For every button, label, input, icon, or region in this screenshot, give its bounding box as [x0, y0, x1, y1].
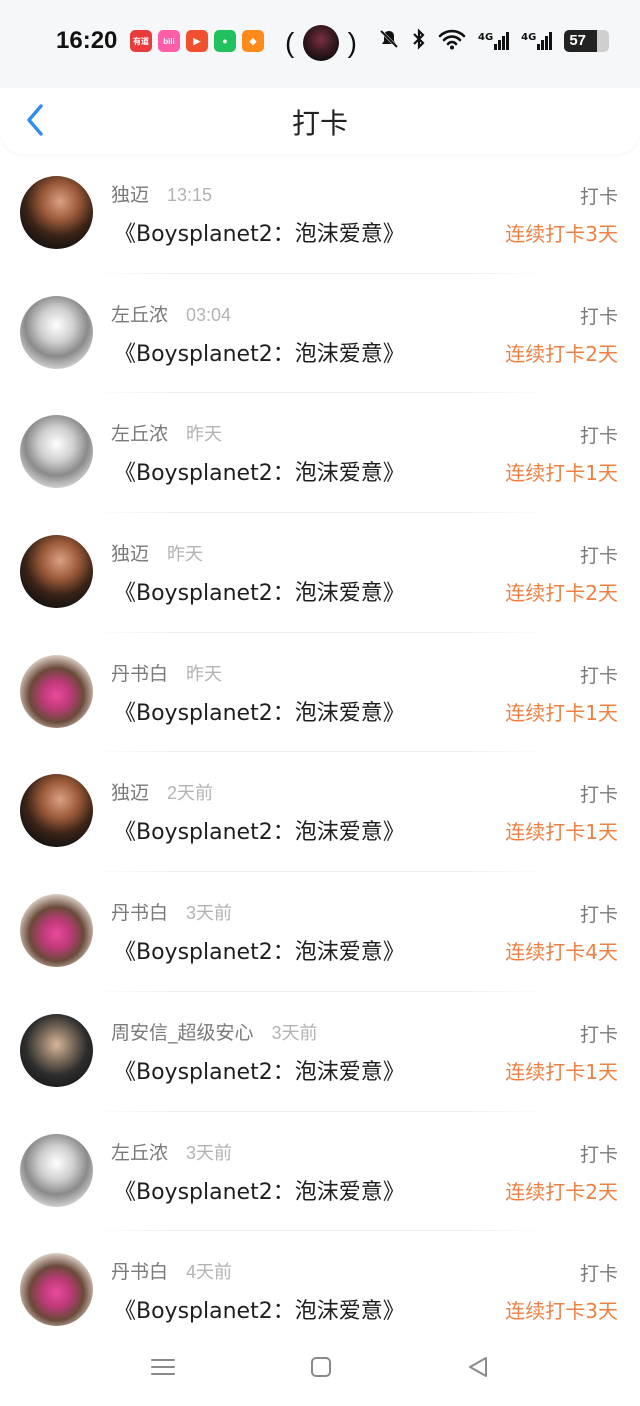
user-name[interactable]: 丹书白 — [111, 898, 168, 925]
user-name[interactable]: 丹书白 — [111, 659, 168, 686]
avatar[interactable] — [20, 295, 93, 369]
status-time: 16:20 — [56, 27, 118, 54]
streak-label: 连续打卡3天 — [505, 1299, 618, 1324]
avatar[interactable] — [20, 1013, 93, 1087]
page-title: 打卡 — [291, 107, 348, 140]
checkin-tag: 打卡 — [579, 664, 618, 687]
user-name[interactable]: 独迈 — [111, 539, 149, 566]
list-item[interactable]: 独迈 2天前 《Boysplanet2：泡沫爱意》 打卡 连续打卡1天 — [0, 752, 640, 872]
checkin-list: 独迈 13:15 《Boysplanet2：泡沫爱意》 打卡 连续打卡3天 左丘… — [0, 154, 640, 1351]
avatar[interactable] — [20, 535, 93, 609]
checkin-tag: 打卡 — [579, 425, 618, 448]
header-bar: 打卡 — [0, 88, 640, 154]
book-title[interactable]: 《Boysplanet2：泡沫爱意》 — [114, 1174, 405, 1206]
home-icon[interactable] — [306, 1352, 336, 1382]
wifi-icon — [438, 28, 466, 53]
avatar[interactable] — [20, 415, 93, 489]
user-name[interactable]: 左丘浓 — [111, 300, 168, 327]
streak-label: 连续打卡1天 — [505, 700, 618, 725]
checkin-time: 03:04 — [186, 304, 232, 325]
avatar[interactable] — [20, 1253, 93, 1327]
streak-label: 连续打卡2天 — [505, 581, 618, 606]
cell-signal-icon: 4G — [521, 31, 553, 50]
live-activity-avatar[interactable]: () — [285, 23, 357, 63]
system-status-icons: 4G 4G 57 — [378, 28, 610, 53]
checkin-time: 2天前 — [167, 783, 214, 804]
checkin-time: 13:15 — [167, 185, 213, 205]
notification-app-icons: 有道 bili ▶ ● ◆ — [130, 30, 264, 52]
user-name[interactable]: 左丘浓 — [111, 1138, 168, 1165]
list-item[interactable]: 左丘浓 3天前 《Boysplanet2：泡沫爱意》 打卡 连续打卡2天 — [0, 1112, 640, 1232]
avatar[interactable] — [20, 894, 93, 968]
list-item[interactable]: 丹书白 昨天 《Boysplanet2：泡沫爱意》 打卡 连续打卡1天 — [0, 633, 640, 753]
checkin-time: 昨天 — [167, 544, 204, 565]
checkin-time: 3天前 — [271, 1022, 318, 1043]
checkin-tag: 打卡 — [579, 305, 618, 328]
avatar[interactable] — [20, 654, 93, 728]
book-title[interactable]: 《Boysplanet2：泡沫爱意》 — [114, 1293, 405, 1325]
avatar[interactable] — [20, 1133, 93, 1207]
user-name[interactable]: 独迈 — [111, 180, 149, 207]
youdao-icon: 有道 — [130, 30, 152, 52]
list-item[interactable]: 独迈 昨天 《Boysplanet2：泡沫爱意》 打卡 连续打卡2天 — [0, 513, 640, 633]
book-title[interactable]: 《Boysplanet2：泡沫爱意》 — [114, 216, 405, 248]
video-icon: ▶ — [186, 30, 208, 52]
list-item[interactable]: 周安信_超级安心 3天前 《Boysplanet2：泡沫爱意》 打卡 连续打卡1… — [0, 992, 640, 1112]
checkin-time: 昨天 — [186, 424, 223, 445]
avatar[interactable] — [20, 774, 93, 848]
streak-label: 连续打卡2天 — [505, 1179, 618, 1204]
checkin-time: 3天前 — [186, 1142, 233, 1163]
checkin-time: 3天前 — [186, 903, 233, 924]
list-item[interactable]: 左丘浓 昨天 《Boysplanet2：泡沫爱意》 打卡 连续打卡1天 — [0, 393, 640, 513]
avatar[interactable] — [20, 176, 93, 249]
wechat-icon: ● — [214, 30, 236, 52]
list-item[interactable]: 左丘浓 03:04 《Boysplanet2：泡沫爱意》 打卡 连续打卡2天 — [0, 274, 640, 394]
avatar — [303, 25, 339, 61]
checkin-tag: 打卡 — [579, 784, 618, 807]
menu-icon[interactable] — [148, 1352, 178, 1382]
book-title[interactable]: 《Boysplanet2：泡沫爱意》 — [114, 934, 405, 966]
user-name[interactable]: 丹书白 — [111, 1257, 168, 1284]
checkin-tag: 打卡 — [579, 904, 618, 927]
mute-bell-icon — [378, 28, 400, 53]
user-name[interactable]: 周安信_超级安心 — [111, 1018, 254, 1045]
book-title[interactable]: 《Boysplanet2：泡沫爱意》 — [114, 1054, 405, 1086]
bilibili-icon: bili — [158, 30, 180, 52]
checkin-tag: 打卡 — [579, 545, 618, 568]
back-triangle-icon[interactable] — [464, 1352, 494, 1382]
book-title[interactable]: 《Boysplanet2：泡沫爱意》 — [114, 336, 405, 368]
streak-label: 连续打卡1天 — [505, 820, 618, 845]
user-name[interactable]: 独迈 — [111, 778, 149, 805]
battery-icon: 57 — [564, 29, 610, 52]
book-title[interactable]: 《Boysplanet2：泡沫爱意》 — [114, 455, 405, 487]
checkin-tag: 打卡 — [579, 186, 618, 208]
list-item[interactable]: 丹书白 3天前 《Boysplanet2：泡沫爱意》 打卡 连续打卡4天 — [0, 872, 640, 992]
streak-label: 连续打卡1天 — [505, 1059, 618, 1084]
gift-icon: ◆ — [242, 30, 264, 52]
streak-label: 连续打卡3天 — [505, 222, 618, 246]
streak-label: 连续打卡2天 — [505, 341, 618, 366]
cell-signal-icon: 4G — [478, 31, 510, 50]
checkin-tag: 打卡 — [579, 1023, 618, 1046]
checkin-tag: 打卡 — [579, 1263, 618, 1286]
book-title[interactable]: 《Boysplanet2：泡沫爱意》 — [114, 814, 405, 846]
checkin-time: 4天前 — [186, 1262, 233, 1283]
status-bar: 16:20 有道 bili ▶ ● ◆ () 4G 4G 57 — [0, 0, 640, 88]
streak-label: 连续打卡4天 — [505, 940, 618, 965]
bluetooth-icon — [412, 28, 426, 53]
book-title[interactable]: 《Boysplanet2：泡沫爱意》 — [114, 575, 405, 607]
system-navigation-bar — [0, 1330, 640, 1406]
checkin-time: 昨天 — [186, 663, 223, 684]
list-item[interactable]: 独迈 13:15 《Boysplanet2：泡沫爱意》 打卡 连续打卡3天 — [0, 154, 640, 274]
user-name[interactable]: 左丘浓 — [111, 419, 168, 446]
book-title[interactable]: 《Boysplanet2：泡沫爱意》 — [114, 695, 405, 727]
streak-label: 连续打卡1天 — [505, 461, 618, 486]
checkin-tag: 打卡 — [579, 1143, 618, 1166]
